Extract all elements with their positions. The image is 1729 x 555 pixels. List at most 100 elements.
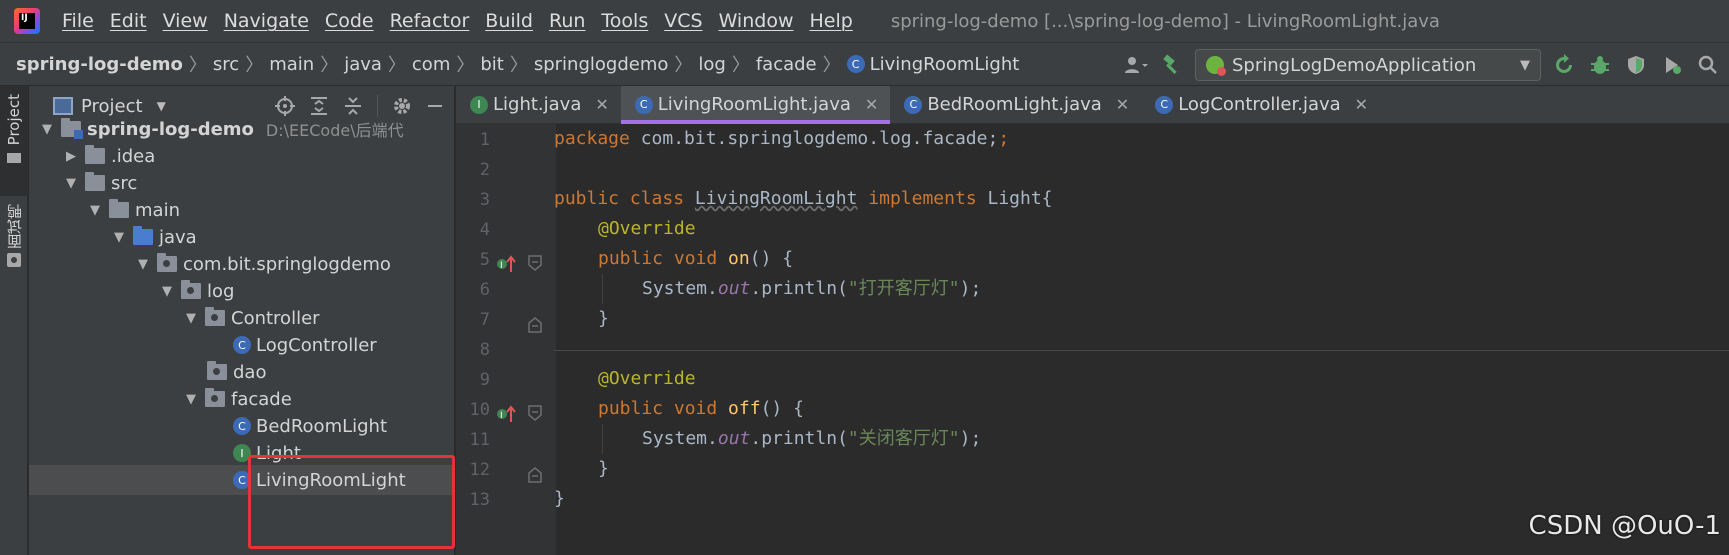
- tree-item-label: spring-log-demo: [87, 118, 254, 140]
- menu-file[interactable]: File: [62, 10, 94, 32]
- tool-window-strip: Project 面试鸭: [0, 86, 28, 555]
- project-tool-tab[interactable]: Project: [0, 86, 28, 196]
- close-icon[interactable]: ✕: [1116, 95, 1129, 114]
- plugin-tool-tab[interactable]: 面试鸭: [0, 204, 28, 294]
- chevron-down-icon[interactable]: ▼: [157, 99, 166, 113]
- tree-item-project-root[interactable]: ▼ spring-log-demo D:\EECode\后端代: [29, 114, 454, 144]
- code-line-10: public void off() {: [598, 394, 804, 424]
- rerun-icon[interactable]: [1551, 52, 1577, 78]
- menu-navigate[interactable]: Navigate: [224, 10, 309, 32]
- fold-end-icon[interactable]: [528, 464, 542, 484]
- tree-item-dao[interactable]: dao: [29, 357, 454, 387]
- locate-target-icon[interactable]: [275, 96, 295, 116]
- class-icon: C: [233, 336, 251, 354]
- breadcrumb-item-java[interactable]: java: [344, 54, 382, 75]
- menu-build[interactable]: Build: [485, 10, 533, 32]
- tree-item-livingroomlight[interactable]: C LivingRoomLight: [29, 465, 454, 495]
- chevron-down-icon[interactable]: ▼: [159, 284, 175, 299]
- chevron-down-icon[interactable]: ▼: [39, 122, 55, 137]
- tree-item-light[interactable]: I Light: [29, 438, 454, 468]
- menu-refactor[interactable]: Refactor: [390, 10, 470, 32]
- fold-end-icon[interactable]: [528, 314, 542, 334]
- chevron-down-icon[interactable]: ▼: [63, 176, 79, 191]
- build-hammer-icon[interactable]: [1159, 52, 1185, 78]
- tree-item-src[interactable]: ▼ src: [29, 168, 454, 198]
- profiler-run-icon[interactable]: [1659, 52, 1685, 78]
- coverage-shield-icon[interactable]: [1623, 52, 1649, 78]
- fold-icon[interactable]: [528, 254, 542, 274]
- breadcrumb-item-log[interactable]: log: [698, 54, 725, 75]
- code-token: }: [598, 308, 609, 329]
- tree-item-log[interactable]: ▼ log: [29, 276, 454, 306]
- breadcrumb-separator: 〉: [387, 55, 406, 76]
- code-token: System.: [642, 428, 718, 449]
- menu-code[interactable]: Code: [325, 10, 374, 32]
- code-line-5: public void on() {: [598, 244, 793, 274]
- close-icon[interactable]: ✕: [1355, 95, 1368, 114]
- tree-item-controller[interactable]: ▼ Controller: [29, 303, 454, 333]
- method-separator: [554, 350, 1729, 351]
- breadcrumb-item-bit[interactable]: bit: [480, 54, 503, 75]
- menu-vcs[interactable]: VCS: [664, 10, 702, 32]
- expand-all-icon[interactable]: [309, 96, 329, 116]
- code-token: @Override: [598, 368, 696, 389]
- menu-window[interactable]: Window: [719, 10, 794, 32]
- chevron-down-icon[interactable]: ▼: [183, 311, 199, 326]
- collapse-all-icon[interactable]: [343, 96, 363, 116]
- menu-edit[interactable]: Edit: [110, 10, 147, 32]
- indent-guide: [602, 424, 603, 454]
- implements-method-gutter-icon[interactable]: I: [496, 254, 518, 274]
- tab-livingroomlight-java[interactable]: C LivingRoomLight.java ✕: [620, 86, 891, 124]
- tree-item-idea[interactable]: ▶ .idea: [29, 141, 454, 171]
- minimize-icon[interactable]: [426, 96, 444, 116]
- menu-view[interactable]: View: [163, 10, 208, 32]
- project-panel: Project ▼ ▼ spring-log-demo D:\EECode\后端…: [29, 86, 455, 555]
- intellij-logo-icon[interactable]: IJ: [14, 8, 40, 34]
- gear-icon[interactable]: [392, 96, 412, 116]
- tree-item-logcontroller[interactable]: C LogController: [29, 330, 454, 360]
- tree-item-main[interactable]: ▼ main: [29, 195, 454, 225]
- chevron-right-icon[interactable]: ▶: [63, 149, 79, 164]
- class-icon: C: [634, 95, 653, 114]
- run-configuration-select[interactable]: SpringLogDemoApplication ▼: [1195, 49, 1541, 81]
- menu-run[interactable]: Run: [549, 10, 585, 32]
- debug-bug-icon[interactable]: [1587, 52, 1613, 78]
- fold-icon[interactable]: [528, 404, 542, 424]
- tree-item-label: src: [111, 172, 138, 194]
- code-token: );: [959, 428, 982, 449]
- tree-item-facade[interactable]: ▼ facade: [29, 384, 454, 414]
- chevron-down-icon[interactable]: ▼: [135, 257, 151, 272]
- implements-method-gutter-icon[interactable]: I: [496, 404, 518, 424]
- breadcrumb-item-main[interactable]: main: [269, 54, 314, 75]
- tree-item-package-root[interactable]: ▼ com.bit.springlogdemo: [29, 249, 454, 279]
- breadcrumb-item-facade[interactable]: facade: [756, 54, 817, 75]
- tree-item-label: BedRoomLight: [256, 415, 388, 437]
- close-icon[interactable]: ✕: [865, 95, 878, 114]
- editor-gutter[interactable]: 1 2 3 4 5 6 7 8 9 10 11 12 13 I I: [456, 124, 556, 555]
- search-everywhere-icon[interactable]: [1695, 52, 1721, 78]
- tab-bedroomlight-java[interactable]: C BedRoomLight.java ✕: [890, 86, 1141, 123]
- close-icon[interactable]: ✕: [595, 95, 608, 114]
- menu-help[interactable]: Help: [809, 10, 852, 32]
- breadcrumb-item-project[interactable]: spring-log-demo: [16, 54, 183, 75]
- tab-light-java[interactable]: I Light.java ✕: [456, 86, 621, 123]
- user-account-icon[interactable]: [1123, 52, 1149, 78]
- source-folder-icon: [133, 226, 153, 245]
- tree-item-bedroomlight[interactable]: C BedRoomLight: [29, 411, 454, 441]
- chevron-down-icon[interactable]: ▼: [111, 230, 127, 245]
- code-editor[interactable]: package com.bit.springlogdemo.log.facade…: [554, 124, 1729, 555]
- tab-logcontroller-java[interactable]: C LogController.java ✕: [1141, 86, 1380, 123]
- code-token: public void: [598, 248, 729, 269]
- breadcrumb-item-com[interactable]: com: [412, 54, 450, 75]
- breadcrumb-separator: 〉: [822, 55, 841, 76]
- breadcrumb-item-livingroomlight[interactable]: C LivingRoomLight: [846, 54, 1019, 75]
- tree-item-java[interactable]: ▼ java: [29, 222, 454, 252]
- breadcrumb-item-src[interactable]: src: [213, 54, 239, 75]
- code-token: @Override: [598, 218, 696, 239]
- menu-tools[interactable]: Tools: [601, 10, 648, 32]
- code-token: Light{: [987, 188, 1053, 209]
- breadcrumb-item-springlogdemo[interactable]: springlogdemo: [534, 54, 669, 75]
- chevron-down-icon[interactable]: ▼: [87, 203, 103, 218]
- tree-item-label: com.bit.springlogdemo: [183, 253, 391, 275]
- chevron-down-icon[interactable]: ▼: [183, 392, 199, 407]
